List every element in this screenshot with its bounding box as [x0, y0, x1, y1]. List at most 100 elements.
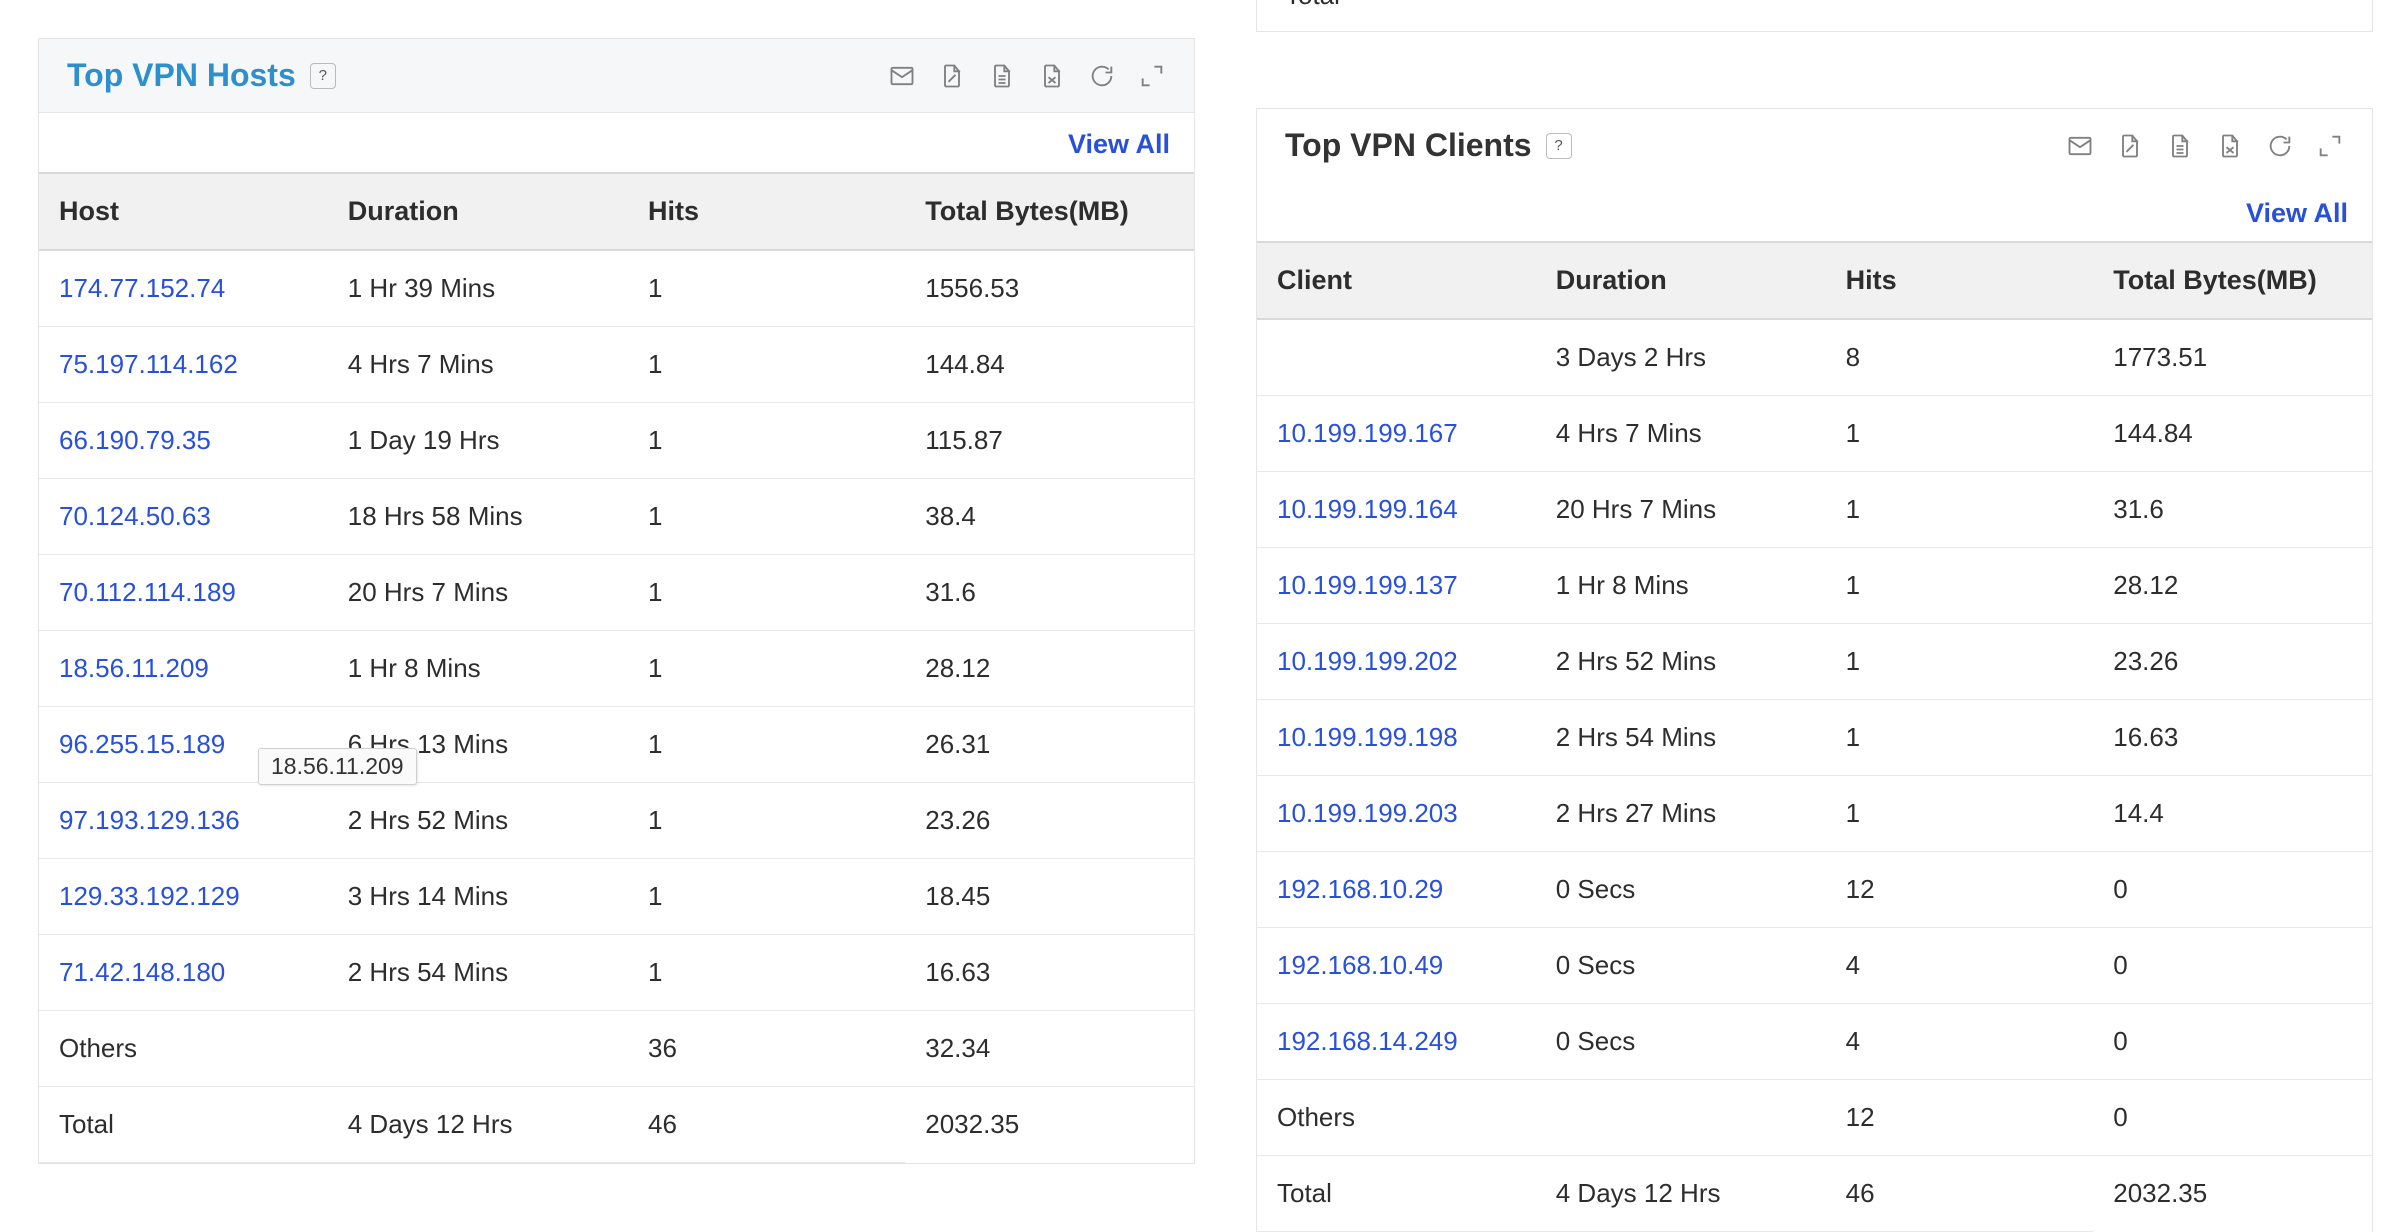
view-all-link-hosts[interactable]: View All — [39, 113, 1194, 172]
refresh-icon[interactable] — [1088, 62, 1116, 90]
cell-hits: 1 — [628, 327, 905, 403]
table-row: 10.199.199.16420 Hrs 7 Mins131.6 — [1257, 472, 2372, 548]
client-link[interactable]: 10.199.199.202 — [1277, 646, 1458, 676]
partial-panel-above: Total — [1256, 0, 2373, 32]
table-row: 174.77.152.741 Hr 39 Mins11556.53 — [39, 250, 1194, 327]
table-row: 192.168.10.490 Secs40 — [1257, 928, 2372, 1004]
cell-hits: 1 — [628, 707, 905, 783]
refresh-icon[interactable] — [2266, 132, 2294, 160]
table-row: 192.168.14.2490 Secs40 — [1257, 1004, 2372, 1080]
cell-hits: 1 — [1826, 472, 2094, 548]
th-hits[interactable]: Hits — [1826, 242, 2094, 319]
table-row: 75.197.114.162 4 Hrs 7 Mins1144.84 — [39, 327, 1194, 403]
cell-bytes: 31.6 — [2093, 472, 2372, 548]
cell-hits: 46 — [1826, 1156, 2094, 1232]
host-link[interactable]: 66.190.79.35 — [59, 425, 211, 455]
panel-title-hosts[interactable]: Top VPN Hosts — [67, 57, 296, 94]
help-icon[interactable]: ? — [1546, 133, 1572, 159]
email-icon[interactable] — [888, 62, 916, 90]
table-row: 66.190.79.351 Day 19 Hrs1115.87 — [39, 403, 1194, 479]
cell-bytes: 144.84 — [2093, 396, 2372, 472]
cell-duration — [1536, 1080, 1826, 1156]
cell-duration: 3 Hrs 14 Mins — [328, 859, 628, 935]
host-link[interactable]: 71.42.148.180 — [59, 957, 225, 987]
cell-bytes: 144.84 — [905, 327, 1194, 403]
cell-hits: 12 — [1826, 852, 2094, 928]
client-link[interactable]: 10.199.199.164 — [1277, 494, 1458, 524]
cell-bytes: 0 — [2093, 1004, 2372, 1080]
email-icon[interactable] — [2066, 132, 2094, 160]
table-row-total: Total4 Days 12 Hrs462032.35 — [39, 1087, 1194, 1163]
cell-duration: 4 Hrs 7 Mins — [328, 327, 628, 403]
expand-icon[interactable] — [1138, 62, 1166, 90]
th-host[interactable]: Host — [39, 173, 328, 250]
pdf-icon[interactable] — [938, 62, 966, 90]
panel-title-clients[interactable]: Top VPN Clients — [1285, 127, 1532, 164]
cell-bytes: 1773.51 — [2093, 319, 2372, 396]
table-row-others: Others3632.34 — [39, 1011, 1194, 1087]
cell-duration: 0 Secs — [1536, 1004, 1826, 1080]
table-row-others: Others120 — [1257, 1080, 2372, 1156]
client-link[interactable]: 192.168.10.29 — [1277, 874, 1443, 904]
cell-hits: 1 — [628, 783, 905, 859]
table-row: 70.112.114.18920 Hrs 7 Mins131.6 — [39, 555, 1194, 631]
cell-bytes: 23.26 — [2093, 624, 2372, 700]
th-total-bytes[interactable]: Total Bytes(MB) — [905, 173, 1194, 250]
view-all-link-clients[interactable]: View All — [1257, 182, 2372, 241]
cell-hits: 1 — [1826, 776, 2094, 852]
total-label: Total — [39, 1087, 328, 1163]
host-link[interactable]: 96.255.15.189 — [59, 729, 225, 759]
th-total-bytes[interactable]: Total Bytes(MB) — [2093, 242, 2372, 319]
cell-hits: 46 — [628, 1087, 905, 1163]
cell-hits: 1 — [628, 479, 905, 555]
client-link[interactable]: 192.168.14.249 — [1277, 1026, 1458, 1056]
cell-hits: 4 — [1826, 928, 2094, 1004]
expand-icon[interactable] — [2316, 132, 2344, 160]
cell-duration: 4 Days 12 Hrs — [1536, 1156, 1826, 1232]
host-link[interactable]: 18.56.11.209 — [59, 653, 209, 683]
cell-duration: 3 Days 2 Hrs — [1536, 319, 1826, 396]
th-hits[interactable]: Hits — [628, 173, 905, 250]
cell-hits: 36 — [628, 1011, 905, 1087]
pdf-icon[interactable] — [2116, 132, 2144, 160]
table-hosts: Host Duration Hits Total Bytes(MB) 174.7… — [39, 172, 1194, 1163]
client-link[interactable]: 10.199.199.198 — [1277, 722, 1458, 752]
cell-bytes: 2032.35 — [2093, 1156, 2372, 1232]
panel-top-vpn-clients: Top VPN Clients ? View All Client Durati… — [1256, 108, 2373, 1232]
csv-icon[interactable] — [2166, 132, 2194, 160]
host-link[interactable]: 75.197.114.162 — [59, 349, 238, 379]
client-link[interactable]: 10.199.199.137 — [1277, 570, 1458, 600]
cell-duration: 1 Hr 8 Mins — [1536, 548, 1826, 624]
table-row: 70.124.50.6318 Hrs 58 Mins138.4 — [39, 479, 1194, 555]
cell-duration: 2 Hrs 52 Mins — [328, 783, 628, 859]
cell-duration: 2 Hrs 52 Mins — [1536, 624, 1826, 700]
th-client[interactable]: Client — [1257, 242, 1536, 319]
total-label: Total — [1257, 1156, 1536, 1232]
cell-hits: 1 — [1826, 548, 2094, 624]
cell-bytes: 32.34 — [905, 1011, 1194, 1087]
cell-duration — [328, 1011, 628, 1087]
host-link[interactable]: 129.33.192.129 — [59, 881, 240, 911]
host-link[interactable]: 70.112.114.189 — [59, 577, 236, 607]
xls-icon[interactable] — [1038, 62, 1066, 90]
stub-total-label: Total — [1285, 0, 1340, 11]
th-duration[interactable]: Duration — [1536, 242, 1826, 319]
help-icon[interactable]: ? — [310, 63, 336, 89]
client-link[interactable]: 10.199.199.203 — [1277, 798, 1458, 828]
cell-duration: 18 Hrs 58 Mins — [328, 479, 628, 555]
host-link[interactable]: 97.193.129.136 — [59, 805, 240, 835]
host-link[interactable]: 174.77.152.74 — [59, 273, 225, 303]
client-link[interactable]: 192.168.10.49 — [1277, 950, 1443, 980]
cell-bytes: 0 — [2093, 852, 2372, 928]
csv-icon[interactable] — [988, 62, 1016, 90]
cell-duration: 0 Secs — [1536, 852, 1826, 928]
client-link[interactable]: 10.199.199.167 — [1277, 418, 1458, 448]
table-row-total: Total4 Days 12 Hrs462032.35 — [1257, 1156, 2372, 1232]
th-duration[interactable]: Duration — [328, 173, 628, 250]
cell-bytes: 28.12 — [2093, 548, 2372, 624]
host-link[interactable]: 70.124.50.63 — [59, 501, 211, 531]
table-row: 129.33.192.1293 Hrs 14 Mins118.45 — [39, 859, 1194, 935]
cell-duration: 1 Day 19 Hrs — [328, 403, 628, 479]
xls-icon[interactable] — [2216, 132, 2244, 160]
table-row: 96.255.15.1896 Hrs 13 Mins126.31 — [39, 707, 1194, 783]
